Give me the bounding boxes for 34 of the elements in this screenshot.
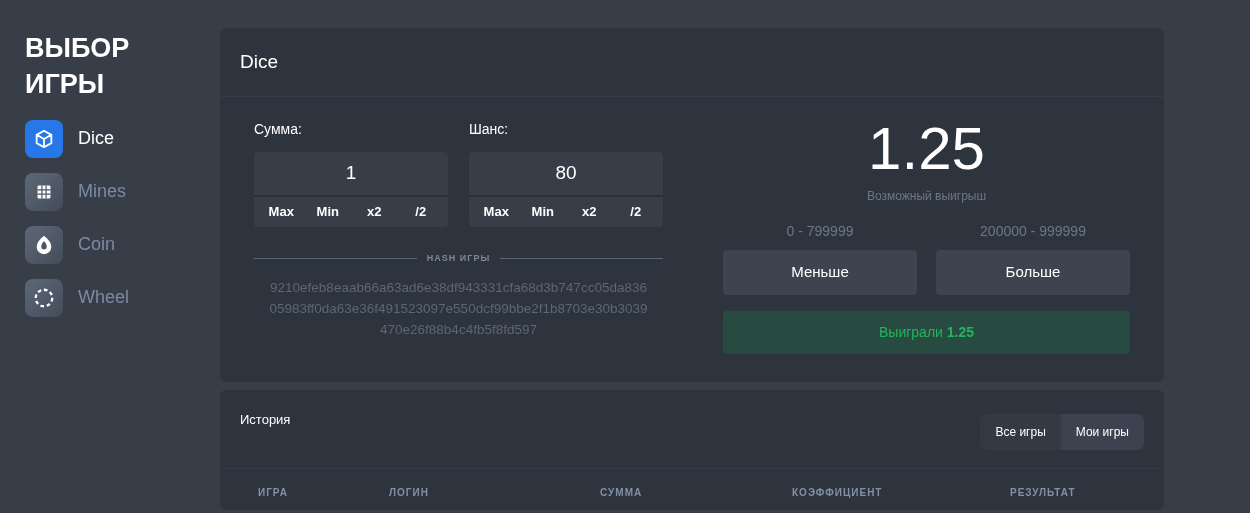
result-banner: Выиграли 1.25 xyxy=(723,310,1130,354)
column-header: ИГРА xyxy=(258,486,288,498)
payout-value: 1.25 xyxy=(867,118,986,179)
field-label: Шанс: xyxy=(469,119,510,139)
amount-field[interactable]: 80 xyxy=(469,151,663,197)
payout-caption: Возможный выигрыш xyxy=(865,187,988,205)
history-title: История xyxy=(240,410,291,429)
range-text: 200000 - 999999 xyxy=(979,221,1087,241)
column-header: РЕЗУЛЬТАТ xyxy=(1010,486,1076,498)
preset-button[interactable]: x2 xyxy=(566,196,613,227)
filter-tab[interactable]: Мои игры xyxy=(1060,413,1144,450)
cube-icon xyxy=(33,127,55,150)
filter-tab[interactable]: Все игры xyxy=(980,413,1061,450)
sidebar-item[interactable]: Dice xyxy=(25,112,195,165)
bet-button[interactable]: Больше xyxy=(936,249,1130,295)
dashed-circle-icon xyxy=(33,286,55,309)
preset-button[interactable]: Max xyxy=(473,196,520,227)
game-title: Dice xyxy=(220,28,1164,97)
column-header: ЛОГИН xyxy=(389,486,429,498)
preset-button[interactable]: Min xyxy=(304,196,351,227)
preset-button[interactable]: Min xyxy=(519,196,566,227)
sidebar-title: ВЫБОР ИГРЫ xyxy=(25,32,131,101)
column-header: СУММА xyxy=(600,486,643,498)
preset-button[interactable]: Max xyxy=(258,196,305,227)
preset-button[interactable]: /2 xyxy=(612,196,659,227)
hash-text: 9210efeb8eaab66a63ad6e38df943331cfa68d3b747cc05da83605983ff0da63e36f491523097e550dcf99bbe2f1b8703e30b3039470e26f88b4c4fb5f8fd597 xyxy=(268,279,649,339)
preset-button[interactable]: x2 xyxy=(351,196,398,227)
hash-label: HASH ИГРЫ xyxy=(426,251,491,265)
amount-field[interactable]: 1 xyxy=(254,151,448,197)
bet-button[interactable]: Меньше xyxy=(723,249,917,295)
field-label: Сумма: xyxy=(254,119,303,139)
column-header: КОЭФФИЦИЕНТ xyxy=(792,486,883,498)
range-text: 0 - 799999 xyxy=(785,221,855,241)
preset-button[interactable]: /2 xyxy=(397,196,444,227)
